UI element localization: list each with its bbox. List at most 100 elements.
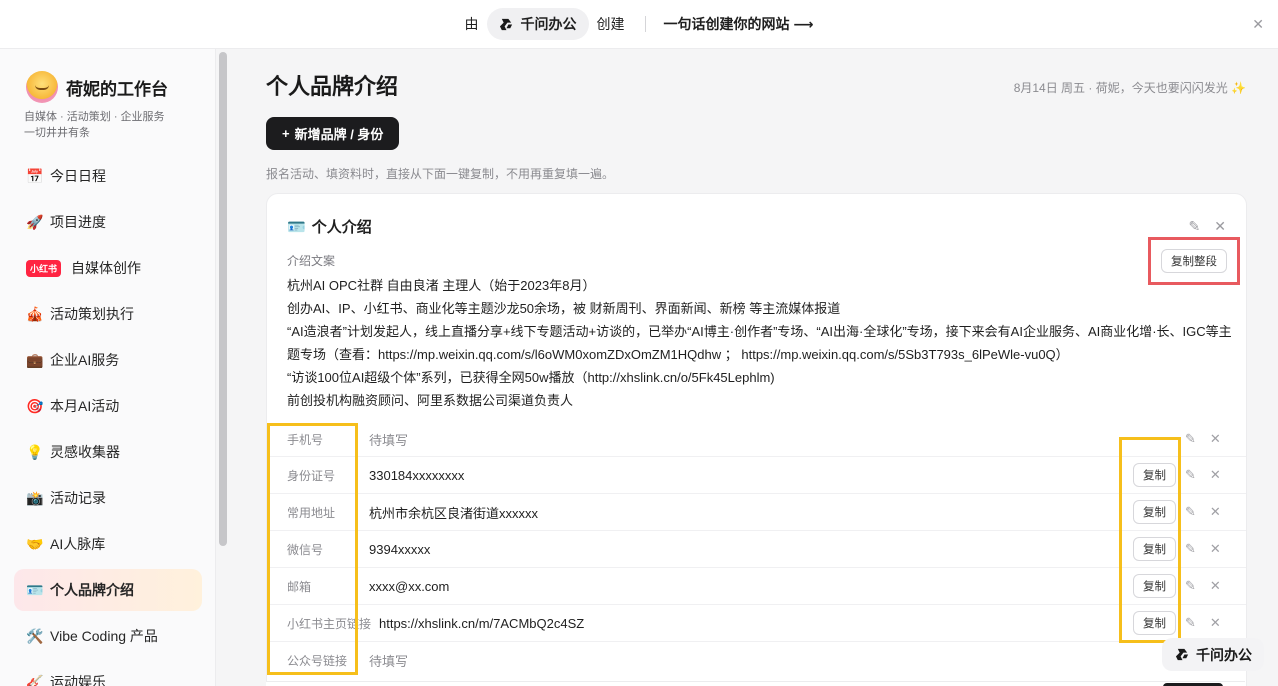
sidebar-item-contacts[interactable]: 🤝 AI人脉库 (14, 523, 202, 565)
sidebar-item-label: 运动娱乐 (50, 674, 106, 686)
field-list: 手机号 待填写 ✎ ✕ 身份证号 330184xxxxxxxx 复制 ✎ ✕ 常用地… (267, 422, 1246, 678)
field-row-wechat: 微信号 9394xxxxx 复制 ✎ ✕ (267, 530, 1246, 567)
intro-label: 介绍文案 (287, 254, 336, 268)
sidebar-item-label: 今日日程 (50, 168, 106, 184)
sidebar-item-label: 企业AI服务 (50, 352, 120, 368)
sidebar-item-vibe-coding[interactable]: 🛠️ Vibe Coding 产品 (14, 615, 202, 657)
workspace-avatar (26, 71, 58, 103)
workspace-subtitle-line2: 一切井井有条 (24, 127, 90, 139)
sidebar: 荷妮的工作台 自媒体 · 活动策划 · 企业服务 一切井井有条 📅 今日日程 🚀 项… (0, 49, 216, 686)
sidebar-item-monthly-ai[interactable]: 🎯 本月AI活动 (14, 385, 202, 427)
camera-icon: 📸 (26, 489, 44, 506)
workspace-subtitle: 自媒体 · 活动策划 · 企业服务 一切井井有条 (24, 109, 165, 141)
brand-chip[interactable]: 千问办公 (486, 8, 589, 40)
sidebar-item-label: 个人品牌介绍 (50, 582, 134, 598)
briefcase-icon: 💼 (26, 351, 44, 368)
sidebar-item-media[interactable]: 小红书 自媒体创作 (14, 247, 202, 289)
banner-create-text: 创建 (596, 16, 625, 32)
field-row-xhs-link: 小红书主页链接 https://xhslink.cn/m/7ACMbQ2c4SZ… (267, 604, 1246, 641)
field-row-address: 常用地址 杭州市余杭区良渚街道xxxxxx 复制 ✎ ✕ (267, 493, 1246, 530)
field-value: 杭州市余杭区良渚街道xxxxxx (369, 505, 539, 521)
sidebar-item-brand[interactable]: 🪪 个人品牌介绍 (14, 569, 202, 611)
id-card-icon: 🪪 (287, 218, 306, 236)
lightbulb-icon: 💡 (26, 443, 44, 460)
intro-line: 前创投机构融资顾问、阿里系数据公司渠道负责人 (287, 393, 574, 408)
delete-icon[interactable]: ✕ (1210, 431, 1221, 447)
target-icon: 🎯 (26, 397, 44, 414)
intro-line: 创办AI、IP、小红书、商业化等主题沙龙50余场，被 财新周刊、界面新闻、新榜 … (287, 301, 841, 316)
add-brand-label: 新增品牌 / 身份 (294, 127, 384, 142)
labels-highlight-box (267, 423, 358, 675)
sidebar-item-label: AI人脉库 (50, 536, 106, 552)
page-title: 个人品牌介绍 (266, 74, 399, 99)
sidebar-item-label: 项目进度 (50, 214, 106, 230)
card-tools: ✎ ✕ (1189, 218, 1226, 235)
sidebar-item-label: 活动策划执行 (50, 306, 134, 322)
edit-icon[interactable]: ✎ (1185, 578, 1196, 594)
field-tools: ✎ ✕ (1185, 541, 1221, 557)
field-row-phone: 手机号 待填写 ✎ ✕ (267, 422, 1246, 456)
card-header: 🪪 个人介绍 (287, 216, 372, 237)
sidebar-item-schedule[interactable]: 📅 今日日程 (14, 155, 202, 197)
edit-icon[interactable]: ✎ (1185, 541, 1196, 557)
sidebar-item-records[interactable]: 📸 活动记录 (14, 477, 202, 519)
sidebar-item-label: 活动记录 (50, 490, 106, 506)
intro-line: “访谈100位AI超级个体”系列，已获得全网50w播放（http://xhsli… (287, 370, 775, 385)
floating-brand-badge[interactable]: 千问办公 (1162, 638, 1264, 671)
banner-divider (644, 16, 646, 32)
edit-icon[interactable]: ✎ (1185, 504, 1196, 520)
sidebar-item-label: 自媒体创作 (71, 260, 142, 276)
edit-icon[interactable]: ✎ (1185, 431, 1196, 447)
sidebar-item-events[interactable]: 🎪 活动策划执行 (14, 293, 202, 335)
qianwen-logo-icon (1174, 647, 1190, 663)
sidebar-item-projects[interactable]: 🚀 项目进度 (14, 201, 202, 243)
qianwen-logo-icon (499, 16, 515, 32)
sidebar-item-enterprise[interactable]: 💼 企业AI服务 (14, 339, 202, 381)
field-value: 9394xxxxx (369, 541, 431, 557)
delete-icon[interactable]: ✕ (1210, 541, 1221, 557)
field-value: 330184xxxxxxxx (369, 467, 465, 483)
page-hint: 报名活动、填资料时，直接从下面一键复制，不用再重复填一遍。 (266, 167, 615, 181)
banner-slogan-link[interactable]: 一句话创建你的网站 ⟶ (664, 14, 814, 34)
main-content: 个人品牌介绍 8月14日 周五 · 荷妮，今天也要闪闪发光 ✨ + 新增品牌 /… (232, 49, 1278, 686)
tools-icon: 🛠️ (26, 627, 44, 644)
field-row-id-number: 身份证号 330184xxxxxxxx 复制 ✎ ✕ (267, 456, 1246, 493)
edit-icon[interactable]: ✎ (1185, 615, 1196, 631)
edit-icon[interactable]: ✎ (1189, 218, 1201, 235)
field-value[interactable]: 待填写 (369, 651, 408, 670)
circus-tent-icon: 🎪 (26, 305, 44, 322)
banner-by-text: 由 (464, 16, 479, 32)
intro-card: 🪪 个人介绍 ✎ ✕ 复制整段 介绍文案 杭州AI OPC社群 自由良渚 主理人… (266, 193, 1247, 686)
field-tools: ✎ ✕ (1185, 431, 1221, 447)
bottom-card-edge (266, 681, 1245, 686)
close-icon[interactable]: ✕ (1252, 16, 1264, 33)
page-date-greeting: 8月14日 周五 · 荷妮，今天也要闪闪发光 ✨ (1013, 81, 1246, 95)
field-tools: ✎ ✕ (1185, 467, 1221, 483)
sidebar-nav: 📅 今日日程 🚀 项目进度 小红书 自媒体创作 🎪 活动策划执行 💼 企业AI服务 🎯 本月… (14, 155, 202, 686)
sidebar-item-ideas[interactable]: 💡 灵感收集器 (14, 431, 202, 473)
field-row-email: 邮箱 xxxx@xx.com 复制 ✎ ✕ (267, 567, 1246, 604)
delete-icon[interactable]: ✕ (1210, 615, 1221, 631)
field-row-wechat-official: 公众号链接 待填写 (267, 641, 1246, 678)
delete-icon[interactable]: ✕ (1214, 218, 1226, 235)
copy-all-button[interactable]: 复制整段 (1161, 249, 1227, 273)
sidebar-scrollbar[interactable] (219, 52, 227, 546)
add-brand-button[interactable]: + 新增品牌 / 身份 (266, 117, 400, 150)
card-title: 个人介绍 (311, 219, 372, 236)
id-card-icon: 🪪 (26, 581, 44, 598)
sidebar-item-sports[interactable]: 🎸 运动娱乐 (14, 661, 202, 686)
copy-buttons-highlight-box (1119, 437, 1181, 643)
delete-icon[interactable]: ✕ (1210, 578, 1221, 594)
top-banner: 由 千问办公 创建 一句话创建你的网站 ⟶ ✕ (0, 0, 1278, 49)
intro-line: “AI造浪者”计划发起人，线上直播分享+线下专题活动+访谈的，已举办“AI博主·… (287, 324, 1232, 362)
sidebar-item-label: Vibe Coding 产品 (50, 628, 158, 644)
field-value[interactable]: 待填写 (369, 430, 408, 449)
sidebar-item-label: 灵感收集器 (50, 444, 120, 460)
edit-icon[interactable]: ✎ (1185, 467, 1196, 483)
delete-icon[interactable]: ✕ (1210, 504, 1221, 520)
plus-icon: + (282, 126, 290, 141)
workspace-title: 荷妮的工作台 (66, 79, 168, 99)
workspace-header: 荷妮的工作台 (26, 71, 168, 103)
workspace-subtitle-line1: 自媒体 · 活动策划 · 企业服务 (24, 111, 165, 123)
delete-icon[interactable]: ✕ (1210, 467, 1221, 483)
